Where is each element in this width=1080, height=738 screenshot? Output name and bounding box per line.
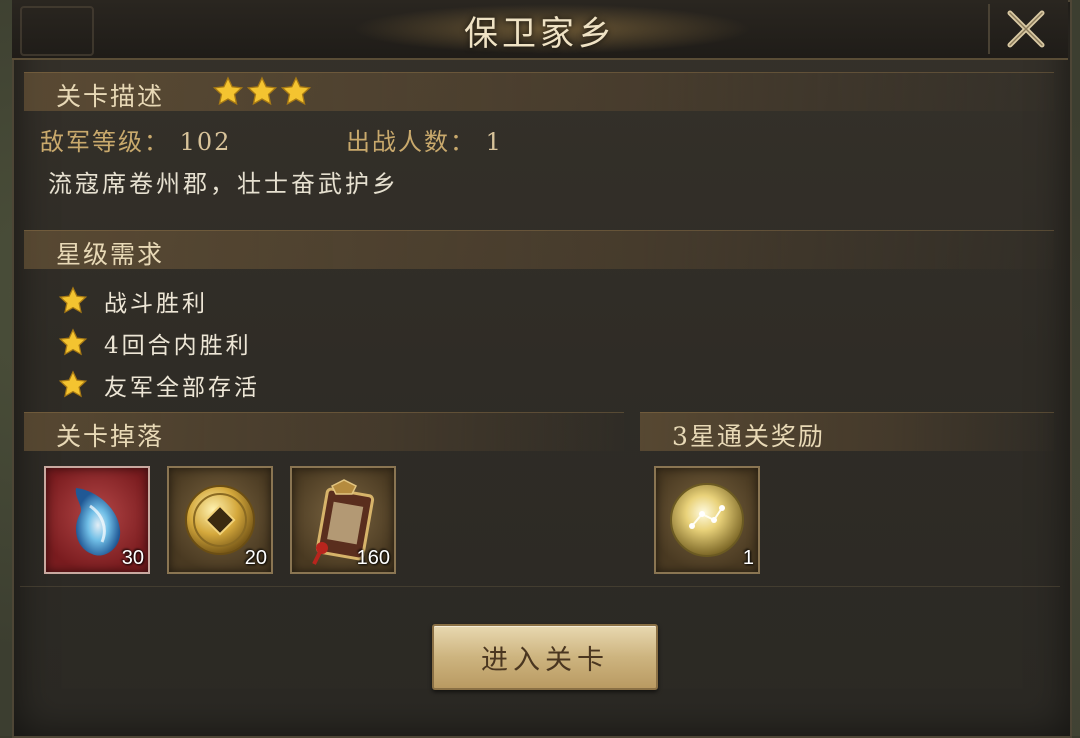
item-count: 160	[356, 547, 390, 569]
requirement-label: 4回合内胜利	[104, 333, 252, 359]
star-icon	[246, 76, 278, 106]
reward-item-slot[interactable]: 1	[654, 466, 760, 574]
requirement-item: 4回合内胜利	[58, 326, 252, 360]
drop-item-slot[interactable]: 30	[44, 466, 150, 574]
close-icon	[1007, 10, 1045, 48]
enter-stage-button[interactable]: 进入关卡	[432, 624, 658, 690]
star-icon	[280, 76, 312, 106]
stage-description-text: 流寇席卷州郡，壮士奋武护乡	[48, 170, 399, 198]
item-count: 20	[244, 547, 267, 569]
enter-stage-label: 进入关卡	[481, 644, 609, 676]
item-count: 30	[121, 547, 144, 569]
requirement-label: 友军全部存活	[104, 375, 260, 401]
drop-item-slot[interactable]: 20	[167, 466, 273, 574]
section-label-drops: 关卡掉落	[56, 422, 165, 451]
section-bar-drops: 关卡掉落	[24, 412, 624, 451]
troop-count-value: 1	[485, 128, 503, 156]
star-icon	[212, 76, 244, 106]
dialog-title: 保卫家乡	[464, 14, 616, 54]
troop-count-label: 出战人数：	[346, 128, 476, 156]
star-icon	[58, 286, 88, 314]
section-label-requirements: 星级需求	[56, 240, 165, 269]
star-icon	[58, 328, 88, 356]
troop-count: 出战人数： 1	[346, 122, 503, 157]
enemy-level-label: 敌军等级：	[40, 128, 170, 156]
requirement-item: 友军全部存活	[58, 368, 260, 402]
section-label-description: 关卡描述	[56, 82, 165, 111]
section-bar-description: 关卡描述	[24, 72, 1054, 111]
title-bar: 保卫家乡	[12, 0, 1068, 60]
section-bar-reward: 3星通关奖励	[640, 412, 1054, 451]
footer-divider	[20, 586, 1060, 587]
item-count: 1	[742, 547, 754, 569]
enemy-level: 敌军等级： 102	[40, 122, 231, 157]
requirement-label: 战斗胜利	[104, 291, 208, 317]
drop-item-slot[interactable]: 160	[290, 466, 396, 574]
close-button[interactable]	[988, 4, 1062, 54]
enemy-level-value: 102	[179, 128, 232, 156]
section-label-reward: 3星通关奖励	[672, 422, 825, 451]
star-icon	[58, 370, 88, 398]
section-bar-requirements: 星级需求	[24, 230, 1054, 269]
difficulty-stars	[212, 76, 312, 108]
requirement-item: 战斗胜利	[58, 284, 208, 318]
